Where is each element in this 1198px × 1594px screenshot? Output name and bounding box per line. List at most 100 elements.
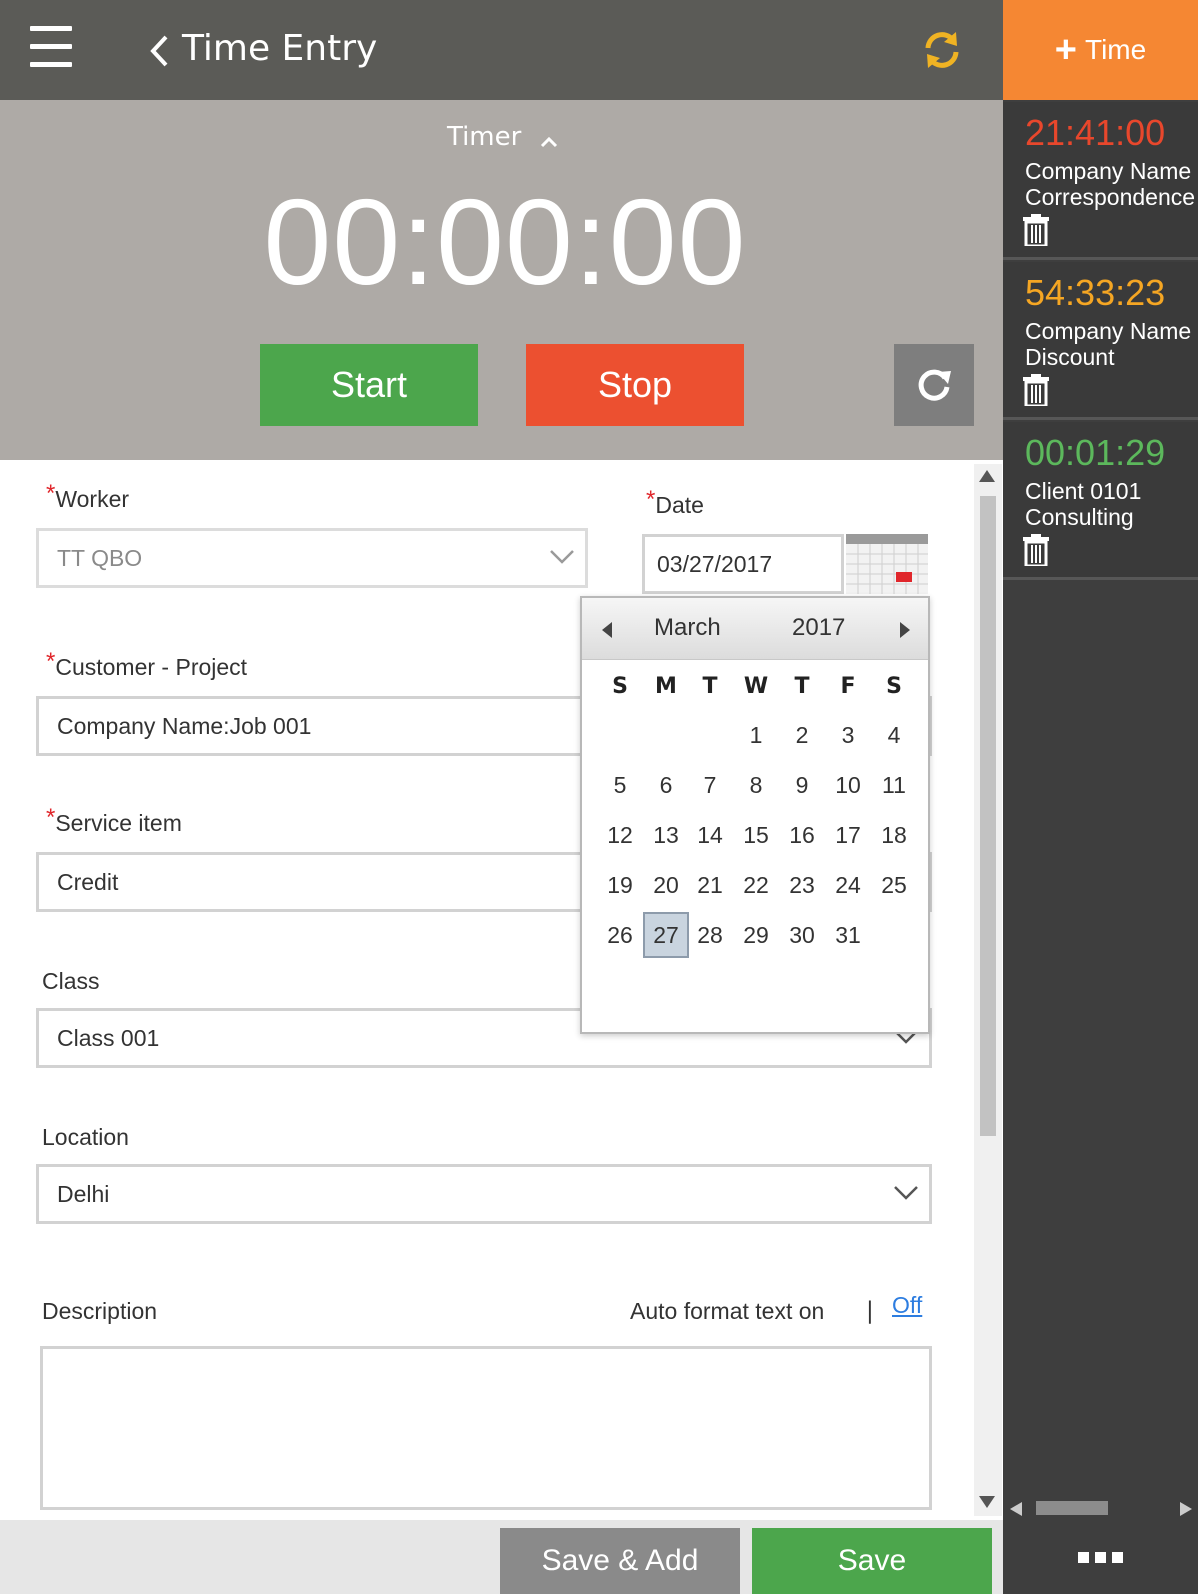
start-button[interactable]: Start [260, 344, 478, 426]
save-and-add-button[interactable]: Save & Add [500, 1528, 740, 1594]
chevron-down-icon [894, 1186, 918, 1200]
calendar-day[interactable]: 24 [825, 862, 871, 908]
customer-project-label: *Customer - Project [46, 648, 248, 680]
auto-format-off-link[interactable]: Off [892, 1292, 922, 1319]
reset-icon [918, 369, 951, 401]
entry-service-item: Consulting [1025, 504, 1134, 530]
calendar-day[interactable]: 14 [687, 812, 733, 858]
trash-icon[interactable] [1023, 374, 1049, 406]
entry-customer: Company Name [1025, 318, 1192, 344]
save-button[interactable]: Save [752, 1528, 992, 1594]
time-entry-card[interactable]: 54:33:23 Company Name Discount [1003, 262, 1198, 420]
add-time-label: Time [1085, 34, 1147, 65]
calendar-icon[interactable] [846, 534, 928, 594]
calendar-day[interactable]: 4 [871, 712, 917, 758]
calendar-day[interactable]: 3 [825, 712, 871, 758]
datepicker-popup: March 2017 S M T W T F S 1 2 3 4 5 6 7 8 9 10 11 12 13 14 15 1… [580, 596, 930, 1034]
chevron-left-icon[interactable] [148, 34, 170, 68]
entry-service-item: Discount [1025, 344, 1115, 370]
datepicker-year[interactable]: 2017 [792, 614, 845, 642]
calendar-day[interactable]: 25 [871, 862, 917, 908]
plus-icon: + [1054, 29, 1077, 71]
location-select[interactable]: Delhi [36, 1164, 932, 1224]
calendar-day[interactable]: 20 [643, 862, 689, 908]
datepicker-header [582, 598, 928, 660]
worker-label: *Worker [46, 480, 130, 512]
hamburger-menu-icon[interactable] [30, 26, 72, 70]
calendar-day[interactable]: 22 [733, 862, 779, 908]
page-title: Time Entry [182, 28, 378, 69]
scroll-right-arrow-icon[interactable] [1180, 1502, 1192, 1516]
entry-time: 21:41:00 [1025, 112, 1166, 153]
chevron-down-icon [550, 550, 574, 564]
calendar-day-selected[interactable]: 27 [643, 912, 689, 958]
weekday-header: T [702, 674, 718, 699]
vertical-scroll-thumb[interactable] [980, 496, 996, 1136]
calendar-day[interactable]: 16 [779, 812, 825, 858]
auto-format-label: Auto format text on [630, 1298, 825, 1324]
weekday-header: W [743, 674, 769, 699]
weekday-header: T [794, 674, 810, 699]
calendar-day[interactable]: 28 [687, 912, 733, 958]
calendar-day[interactable]: 5 [597, 762, 643, 808]
calendar-day[interactable]: 1 [733, 712, 779, 758]
calendar-day[interactable]: 19 [597, 862, 643, 908]
calendar-day[interactable]: 23 [779, 862, 825, 908]
prev-month-icon[interactable] [602, 622, 612, 638]
worker-value: TT QBO [57, 544, 143, 571]
calendar-day[interactable]: 15 [733, 812, 779, 858]
calendar-day[interactable]: 17 [825, 812, 871, 858]
entry-time: 00:01:29 [1025, 432, 1166, 473]
datepicker-month[interactable]: March [654, 614, 721, 642]
calendar-day[interactable]: 7 [687, 762, 733, 808]
calendar-day[interactable]: 18 [871, 812, 917, 858]
calendar-day[interactable]: 30 [779, 912, 825, 958]
add-time-button[interactable]: + Time [1003, 0, 1198, 100]
calendar-day[interactable]: 9 [779, 762, 825, 808]
weekday-header: S [612, 674, 628, 699]
more-options-icon[interactable] [1003, 1520, 1198, 1594]
time-entry-card[interactable]: 00:01:29 Client 0101 Consulting [1003, 422, 1198, 580]
scroll-left-arrow-icon[interactable] [1010, 1502, 1022, 1516]
calendar-day[interactable]: 12 [597, 812, 643, 858]
class-value: Class 001 [57, 1024, 160, 1051]
timer-display: 00:00:00 [263, 174, 747, 310]
date-input[interactable]: 03/27/2017 [642, 534, 844, 594]
calendar-day[interactable]: 10 [825, 762, 871, 808]
auto-format-separator: | [866, 1298, 874, 1324]
trash-icon[interactable] [1023, 214, 1049, 246]
entry-customer: Client 0101 [1025, 478, 1142, 504]
sync-icon[interactable] [920, 28, 964, 72]
next-month-icon[interactable] [900, 622, 910, 638]
scroll-down-arrow-icon[interactable] [979, 1496, 995, 1508]
description-label: Description [42, 1298, 158, 1324]
description-textarea[interactable] [40, 1346, 932, 1510]
weekday-header: M [655, 674, 677, 699]
reset-timer-button[interactable] [894, 344, 974, 426]
entry-customer: Company Name [1025, 158, 1192, 184]
timer-toggle-label[interactable]: Timer [447, 122, 521, 152]
location-label: Location [42, 1124, 129, 1150]
time-entry-card[interactable]: 21:41:00 Company Name Correspondence [1003, 102, 1198, 260]
location-value: Delhi [57, 1180, 110, 1207]
service-item-label: *Service item [46, 804, 182, 836]
calendar-day[interactable]: 26 [597, 912, 643, 958]
calendar-day[interactable]: 29 [733, 912, 779, 958]
calendar-day[interactable]: 2 [779, 712, 825, 758]
calendar-day[interactable]: 13 [643, 812, 689, 858]
chevron-up-icon[interactable] [540, 136, 558, 148]
calendar-day[interactable]: 6 [643, 762, 689, 808]
worker-select[interactable]: TT QBO [36, 528, 588, 588]
date-label: *Date [646, 486, 704, 518]
calendar-day[interactable]: 31 [825, 912, 871, 958]
horizontal-scroll-thumb[interactable] [1036, 1501, 1108, 1515]
class-label: Class [42, 968, 100, 994]
scroll-up-arrow-icon[interactable] [979, 470, 995, 482]
entry-service-item: Correspondence [1025, 184, 1196, 210]
calendar-day[interactable]: 21 [687, 862, 733, 908]
calendar-day[interactable]: 11 [871, 762, 917, 808]
calendar-day[interactable]: 8 [733, 762, 779, 808]
weekday-header: F [840, 674, 856, 699]
trash-icon[interactable] [1023, 534, 1049, 566]
stop-button[interactable]: Stop [526, 344, 744, 426]
